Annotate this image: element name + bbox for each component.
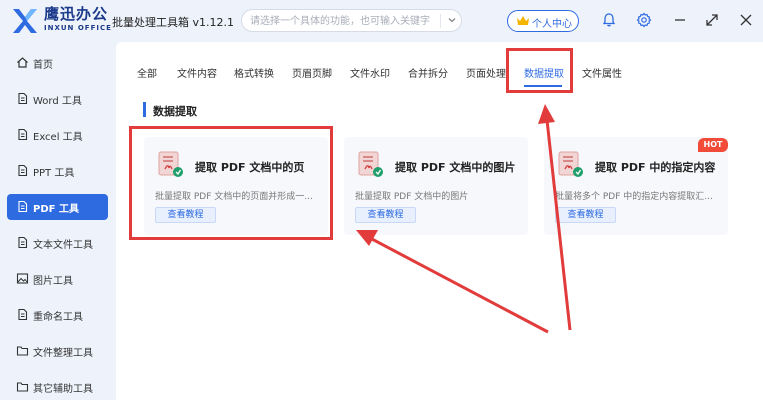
sidebar-item-label: 其它辅助工具 (33, 384, 93, 395)
card-description: 批量将多个 PDF 中的指定内容提取汇... (555, 192, 713, 202)
search-divider (440, 14, 441, 28)
image-icon (16, 273, 29, 284)
brand: 鹰迅办公 INXUN OFFICE (44, 6, 112, 33)
sidebar: 首页 Word 工具 Excel 工具 PPT 工具 PDF 工具 文本文件工具… (0, 42, 116, 400)
tab-watermark[interactable]: 文件水印 (350, 65, 390, 80)
card-title: 提取 PDF 中的指定内容 (595, 161, 716, 174)
sidebar-item-other[interactable]: 其它辅助工具 (7, 374, 108, 400)
section-title: 数据提取 (153, 105, 197, 118)
tab-bar: 全部 文件内容 格式转换 页眉页脚 文件水印 合并拆分 页面处理 数据提取 文件… (116, 58, 763, 86)
document-icon (18, 164, 28, 177)
document-icon (18, 200, 28, 213)
app-title: 批量处理工具箱 v1.12.1 (112, 16, 234, 29)
crown-icon (517, 16, 529, 25)
sidebar-item-label: PDF 工具 (33, 204, 79, 215)
search-box[interactable] (241, 9, 462, 32)
tool-card-extract-images[interactable]: 提取 PDF 文档中的图片 批量提取 PDF 文档中的图片 查看教程 (344, 137, 528, 235)
document-icon (18, 128, 28, 141)
tab-merge-split[interactable]: 合并拆分 (408, 65, 448, 80)
folder-icon (16, 382, 29, 392)
bell-icon[interactable] (601, 12, 617, 28)
document-icon (18, 308, 28, 321)
pdf-file-icon (558, 151, 583, 177)
maximize-icon[interactable] (704, 12, 720, 28)
app-logo-icon (13, 9, 37, 33)
tab-file-content[interactable]: 文件内容 (177, 65, 217, 80)
view-tutorial-button[interactable]: 查看教程 (355, 207, 416, 223)
tab-page-process[interactable]: 页面处理 (466, 65, 506, 80)
minimize-icon[interactable] (672, 12, 688, 28)
search-input[interactable] (250, 13, 430, 29)
sidebar-item-label: 重命名工具 (33, 312, 83, 323)
sidebar-item-label: 文件整理工具 (33, 348, 93, 359)
brand-name: 鹰迅办公 (44, 5, 109, 23)
sidebar-item-text[interactable]: 文本文件工具 (7, 230, 108, 256)
section-marker (143, 102, 146, 117)
sidebar-item-home[interactable]: 首页 (7, 50, 108, 76)
sidebar-item-label: PPT 工具 (33, 168, 75, 179)
user-center-button[interactable]: 个人中心 (507, 10, 579, 32)
user-center-label: 个人中心 (532, 19, 572, 30)
card-description: 批量提取 PDF 文档中的图片 (355, 192, 469, 202)
sidebar-item-word[interactable]: Word 工具 (7, 86, 108, 112)
chevron-down-icon[interactable] (446, 14, 458, 26)
document-icon (18, 236, 28, 249)
sidebar-item-image[interactable]: 图片工具 (7, 266, 108, 292)
tab-file-properties[interactable]: 文件属性 (582, 65, 622, 80)
sidebar-item-rename[interactable]: 重命名工具 (7, 302, 108, 328)
tab-all[interactable]: 全部 (137, 65, 157, 80)
home-icon (17, 57, 28, 68)
sidebar-item-label: 图片工具 (33, 276, 73, 287)
pdf-file-icon (358, 151, 383, 177)
sidebar-item-label: 文本文件工具 (33, 240, 93, 251)
sidebar-item-ppt[interactable]: PPT 工具 (7, 158, 108, 184)
tab-format-convert[interactable]: 格式转换 (234, 65, 274, 80)
hot-badge: HOT (698, 138, 728, 152)
gear-icon[interactable] (636, 12, 652, 28)
sidebar-item-label: Word 工具 (33, 96, 82, 107)
sidebar-item-label: Excel 工具 (33, 132, 83, 143)
sidebar-item-excel[interactable]: Excel 工具 (7, 122, 108, 148)
folder-icon (16, 346, 29, 356)
brand-name-en: INXUN OFFICE (44, 24, 112, 32)
close-icon[interactable] (738, 12, 754, 28)
title-bar: 鹰迅办公 INXUN OFFICE 批量处理工具箱 v1.12.1 个人中心 (0, 0, 763, 42)
view-tutorial-button[interactable]: 查看教程 (555, 207, 616, 223)
annotation-box-tab (506, 48, 573, 93)
sidebar-item-file-organize[interactable]: 文件整理工具 (7, 338, 108, 364)
sidebar-item-label: 首页 (33, 60, 53, 71)
tab-header-footer[interactable]: 页眉页脚 (292, 65, 332, 80)
document-icon (18, 92, 28, 105)
card-title: 提取 PDF 文档中的图片 (395, 161, 516, 174)
annotation-box-card (129, 126, 333, 240)
sidebar-item-pdf[interactable]: PDF 工具 (7, 194, 108, 220)
